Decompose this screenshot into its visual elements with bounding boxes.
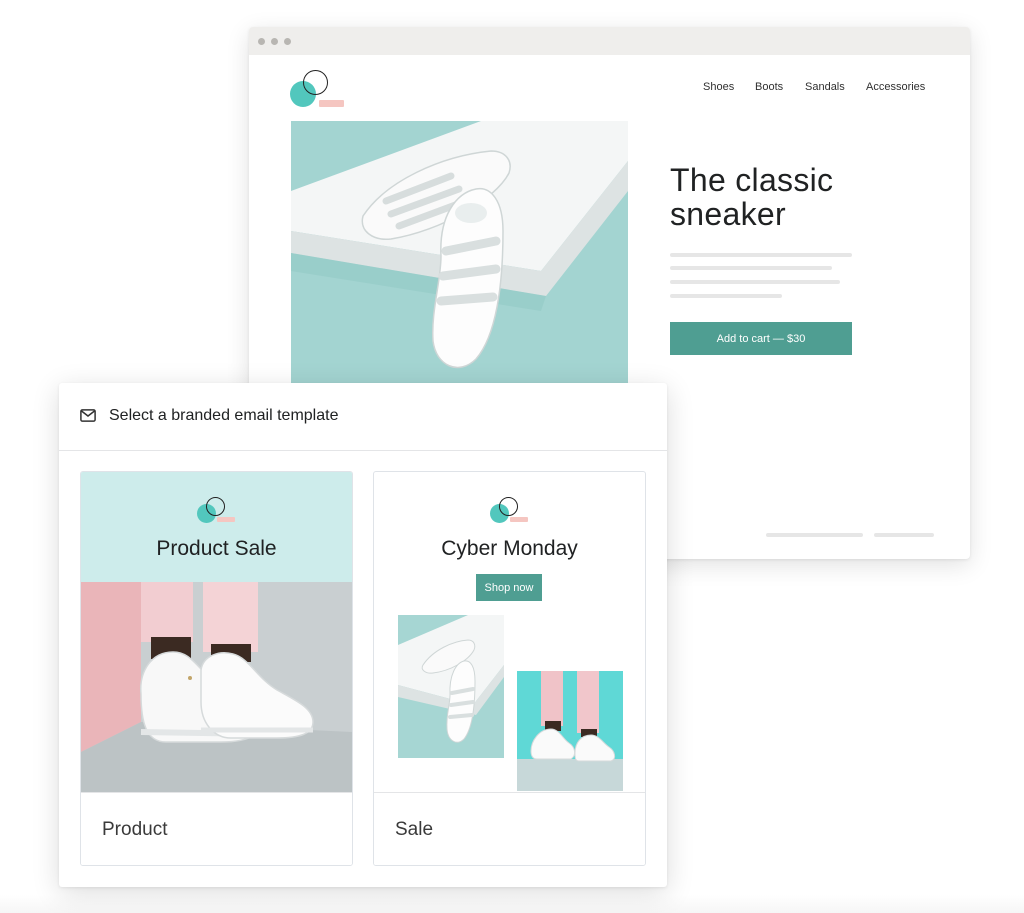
nav-link-sandals[interactable]: Sandals xyxy=(805,81,845,93)
product-title-line: sneaker xyxy=(670,196,786,232)
product-title-line: The classic xyxy=(670,162,834,198)
footer-placeholder-line xyxy=(874,533,934,537)
shop-now-button[interactable]: Shop now xyxy=(476,574,542,601)
nav-link-shoes[interactable]: Shoes xyxy=(703,81,734,93)
template-card-footer: Sale xyxy=(374,792,645,865)
nav-link-accessories[interactable]: Accessories xyxy=(866,81,925,93)
card-header-background xyxy=(81,472,352,582)
template-product-photo xyxy=(81,582,352,792)
nav-link-boots[interactable]: Boots xyxy=(755,81,783,93)
window-dot-icon xyxy=(258,38,265,45)
template-label: Product xyxy=(102,819,168,840)
sneakers-on-feet-illustration xyxy=(517,671,623,791)
window-dot-icon xyxy=(271,38,278,45)
add-to-cart-button[interactable]: Add to cart — $30 xyxy=(670,322,852,355)
browser-title-bar xyxy=(249,27,970,55)
template-thumbnail-sneakers-worn xyxy=(517,671,623,791)
modal-title: Select a branded email template xyxy=(109,407,339,424)
page-bottom-shade xyxy=(0,895,1024,913)
description-placeholder-line xyxy=(670,266,832,270)
footer-placeholder-line xyxy=(766,533,863,537)
brand-logo-icon[interactable] xyxy=(290,69,346,109)
template-card-footer: Product xyxy=(81,792,352,865)
modal-header: Select a branded email template xyxy=(59,383,667,451)
window-dot-icon xyxy=(284,38,291,45)
template-thumbnail-sneaker-box xyxy=(398,615,504,758)
template-heading: Product Sale xyxy=(156,537,277,560)
description-placeholder-line xyxy=(670,294,782,298)
sneaker-on-box-illustration xyxy=(291,121,628,383)
template-card-cyber-monday[interactable]: Cyber Monday Shop now Sale xyxy=(373,471,646,866)
template-card-product-sale[interactable]: Product Sale Product xyxy=(80,471,353,866)
template-heading: Cyber Monday xyxy=(441,537,578,560)
template-label: Sale xyxy=(395,819,434,840)
sneakers-on-feet-illustration xyxy=(81,582,352,792)
product-title: The classic sneaker xyxy=(670,163,910,231)
hero-product-image xyxy=(291,121,628,383)
envelope-icon xyxy=(80,409,96,422)
description-placeholder-line xyxy=(670,280,840,284)
brand-logo-icon xyxy=(490,496,534,526)
email-template-modal: Select a branded email template Product … xyxy=(59,383,667,887)
sneaker-on-box-illustration xyxy=(398,615,504,758)
brand-logo-icon xyxy=(197,496,241,526)
description-placeholder-line xyxy=(670,253,852,257)
